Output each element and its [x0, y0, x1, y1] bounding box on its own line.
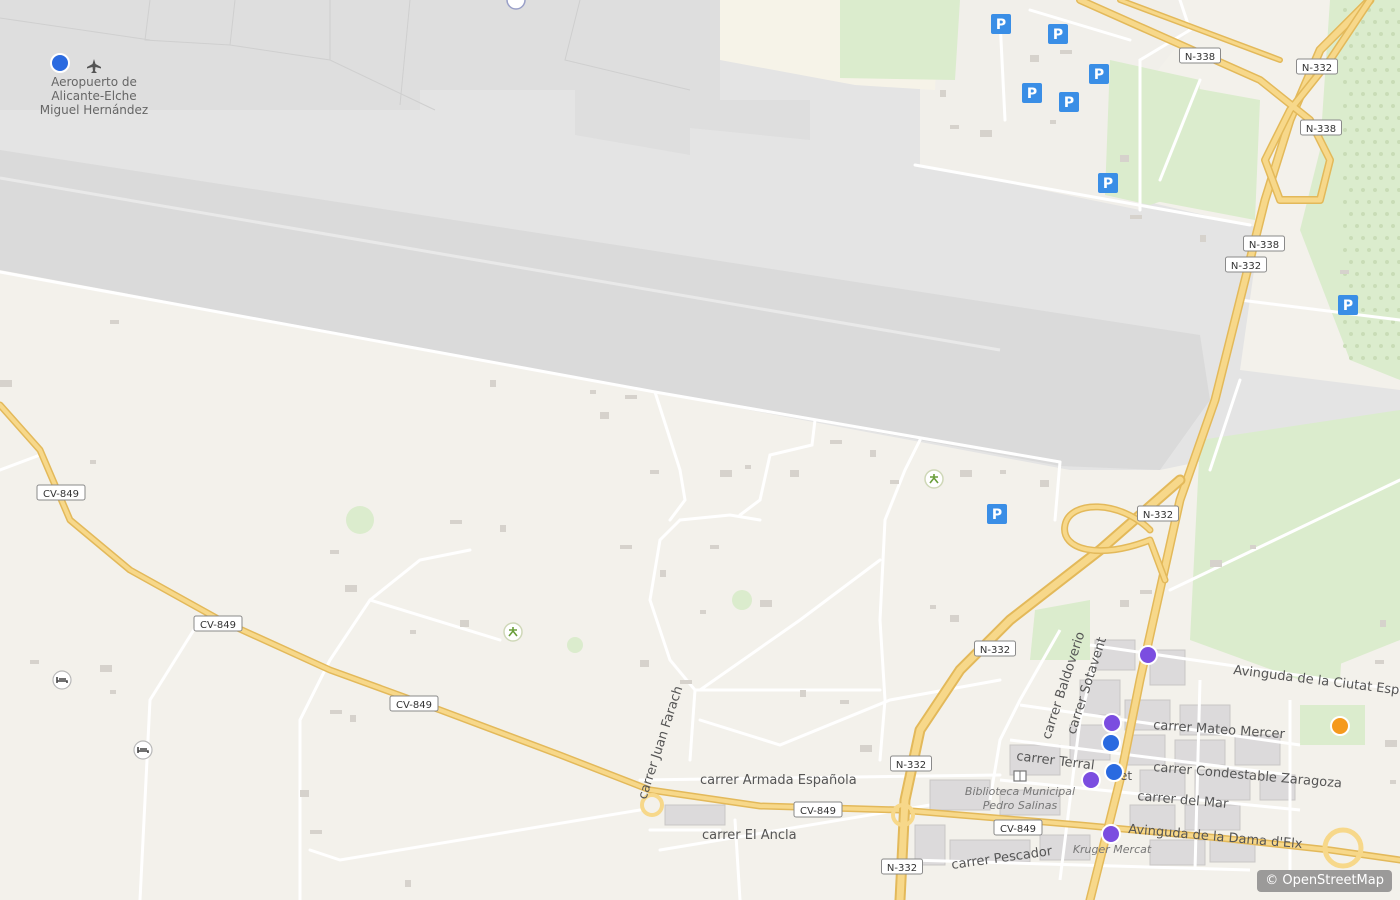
- parking-icon[interactable]: P: [1338, 295, 1358, 315]
- svg-text:N-332: N-332: [980, 645, 1010, 656]
- svg-text:N-338: N-338: [1185, 52, 1215, 63]
- road-badge: N-338: [1300, 119, 1342, 136]
- airport-label-line-1: Aeropuerto de: [51, 75, 137, 89]
- svg-text:CV-849: CV-849: [200, 620, 236, 631]
- road-badge: CV-849: [193, 615, 243, 632]
- parking-icon[interactable]: P: [1048, 24, 1068, 44]
- map-marker[interactable]: [1330, 716, 1350, 736]
- playground-icon[interactable]: [924, 469, 944, 489]
- library-label-line-2: Pedro Salinas: [983, 799, 1058, 812]
- airport-label: Aeropuerto de Alicante-Elche Miguel Hern…: [40, 75, 148, 117]
- svg-text:P: P: [1094, 67, 1104, 83]
- map-marker[interactable]: [1102, 713, 1122, 733]
- airport-label-line-3: Miguel Hernández: [40, 103, 148, 117]
- svg-text:P: P: [1064, 95, 1074, 111]
- road-badge: N-338: [1243, 235, 1285, 252]
- svg-text:CV-849: CV-849: [800, 806, 836, 817]
- library-label-line-1: Biblioteca Municipal: [965, 785, 1075, 798]
- svg-text:CV-849: CV-849: [43, 489, 79, 500]
- bed-icon[interactable]: [133, 740, 153, 760]
- road-badge: N-332: [881, 858, 923, 875]
- book-icon[interactable]: [1013, 770, 1027, 782]
- svg-text:CV-849: CV-849: [396, 700, 432, 711]
- map-canvas[interactable]: P P P P P P P P CV-849 CV-849 CV-849 CV-849 CV-849 N…: [0, 0, 1400, 900]
- svg-text:P: P: [1027, 86, 1037, 102]
- market-label: Kruger Mercat: [1073, 843, 1152, 856]
- parking-icon[interactable]: P: [1098, 173, 1118, 193]
- map-marker[interactable]: [1101, 733, 1121, 753]
- road-badge: N-332: [1296, 58, 1338, 75]
- svg-text:P: P: [1103, 176, 1113, 192]
- map-attribution[interactable]: © OpenStreetMap: [1257, 870, 1392, 892]
- svg-text:P: P: [992, 507, 1002, 523]
- playground-icon[interactable]: [503, 622, 523, 642]
- road-badge: CV-849: [36, 484, 86, 501]
- road-badge: CV-849: [389, 695, 439, 712]
- svg-text:N-338: N-338: [1249, 240, 1279, 251]
- svg-text:CV-849: CV-849: [1000, 824, 1036, 835]
- map-marker[interactable]: [1081, 770, 1101, 790]
- svg-text:N-332: N-332: [896, 760, 926, 771]
- svg-text:P: P: [996, 17, 1006, 33]
- map-marker[interactable]: [50, 53, 70, 73]
- airport-label-line-2: Alicante-Elche: [51, 89, 136, 103]
- road-badge: N-332: [974, 640, 1016, 657]
- road-badge: N-332: [1225, 256, 1267, 273]
- parking-icon[interactable]: P: [991, 14, 1011, 34]
- road-badge: N-332: [1137, 505, 1179, 522]
- parking-icon[interactable]: P: [1089, 64, 1109, 84]
- road-badge: CV-849: [793, 801, 843, 818]
- street-label: carrer El Ancla: [702, 828, 797, 843]
- svg-text:N-332: N-332: [1143, 510, 1173, 521]
- svg-text:N-332: N-332: [1231, 261, 1261, 272]
- svg-text:P: P: [1343, 298, 1353, 314]
- road-badge: CV-849: [993, 819, 1043, 836]
- street-label: carrer Armada Española: [700, 773, 857, 788]
- road-badge: N-332: [890, 755, 932, 772]
- parking-icon[interactable]: P: [987, 504, 1007, 524]
- svg-text:N-332: N-332: [887, 863, 917, 874]
- map-marker[interactable]: [1104, 762, 1124, 782]
- bed-icon[interactable]: [52, 670, 72, 690]
- parking-icon[interactable]: P: [1059, 92, 1079, 112]
- parking-icon[interactable]: P: [1022, 83, 1042, 103]
- map-marker[interactable]: [1101, 824, 1121, 844]
- svg-text:P: P: [1053, 27, 1063, 43]
- svg-text:N-338: N-338: [1306, 124, 1336, 135]
- road-badge: N-338: [1179, 47, 1221, 64]
- svg-text:N-332: N-332: [1302, 63, 1332, 74]
- map-marker[interactable]: [1138, 645, 1158, 665]
